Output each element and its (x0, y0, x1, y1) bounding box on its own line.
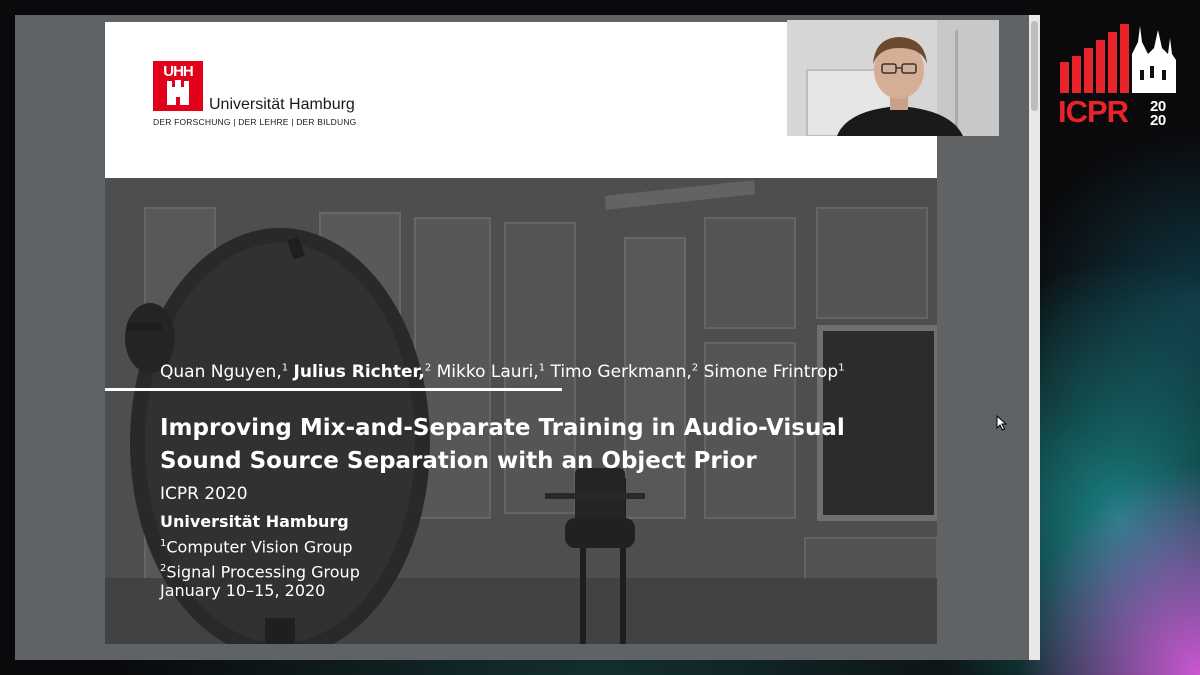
icpr-wordmark: ICPR (1058, 94, 1129, 129)
castle-icon (167, 80, 189, 105)
cathedral-icon (1060, 24, 1176, 93)
conference-date: January 10–15, 2020 (160, 581, 326, 600)
mouse-pointer-icon (996, 415, 1008, 431)
institution-name: Universität Hamburg (160, 512, 349, 531)
author-name: Simone Frintrop (703, 362, 839, 382)
uhh-logo: UHH (153, 61, 203, 111)
group-line: 2Signal Processing Group (160, 562, 360, 582)
group-line: 1Computer Vision Group (160, 537, 353, 557)
scrollbar-thumb[interactable] (1031, 21, 1038, 111)
slide-title: Improving Mix-and-Separate Training in A… (160, 415, 845, 474)
author-name: Timo Gerkmann, (550, 362, 692, 382)
vertical-scrollbar[interactable] (1029, 15, 1040, 660)
university-name: Universität Hamburg (209, 96, 355, 113)
presenter-webcam (787, 20, 999, 136)
institution-block: Universität Hamburg 1Computer Vision Gro… (160, 511, 360, 584)
university-tagline: DER FORSCHUNG | DER LEHRE | DER BILDUNG (153, 117, 357, 127)
author-name: Julius Richter, (293, 362, 425, 382)
icpr-year: 20 20 (1150, 98, 1166, 129)
author-list: Quan Nguyen,1 Julius Richter,2 Mikko Lau… (160, 362, 845, 382)
author-name: Mikko Lauri, (436, 362, 539, 382)
author-name: Quan Nguyen, (160, 362, 282, 382)
icpr-logo: ICPR 20 20 (1058, 20, 1180, 135)
title-divider (105, 388, 562, 391)
presenter-video-icon (787, 20, 999, 136)
conference-name: ICPR 2020 (160, 484, 248, 504)
